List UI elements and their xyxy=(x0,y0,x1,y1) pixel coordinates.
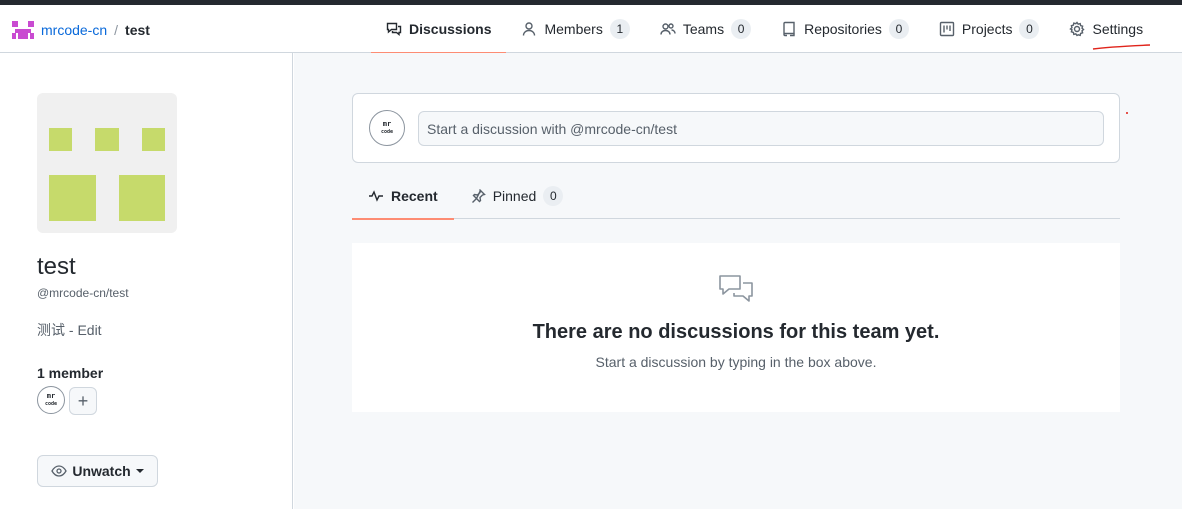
team-avatar xyxy=(37,93,177,233)
comment-discussion-icon xyxy=(719,275,753,302)
tab-members-count: 1 xyxy=(609,19,630,39)
tab-repositories-label: Repositories xyxy=(804,21,882,37)
tab-teams-count: 0 xyxy=(731,19,752,39)
project-icon xyxy=(939,21,955,37)
pulse-icon xyxy=(369,190,383,202)
composer-user-avatar[interactable]: mr code xyxy=(369,110,405,146)
team-header: mrcode-cn / test Discussions Members 1 T… xyxy=(0,5,1182,54)
blankslate-title: There are no discussions for this team y… xyxy=(532,321,940,343)
subtab-recent-label: Recent xyxy=(391,188,438,204)
pin-icon xyxy=(471,189,486,203)
mrcode-logo: mr code xyxy=(380,119,394,135)
tab-members-label: Members xyxy=(544,21,603,37)
team-sidebar: test @mrcode-cn/test 测试 - Edit 1 member … xyxy=(0,53,293,509)
discussion-composer: mr code xyxy=(352,93,1120,163)
unwatch-button[interactable]: Unwatch xyxy=(37,455,158,487)
org-avatar[interactable] xyxy=(12,19,34,41)
person-icon xyxy=(523,22,536,36)
gear-icon xyxy=(1069,21,1086,37)
eye-icon xyxy=(51,465,68,477)
member-avatar[interactable]: mr code xyxy=(37,386,65,414)
breadcrumb-separator: / xyxy=(114,22,119,38)
settings-annotation-underline xyxy=(1092,44,1151,50)
unwatch-label: Unwatch xyxy=(72,463,131,479)
tab-repositories[interactable]: Repositories 0 xyxy=(766,5,924,53)
tab-discussions-label: Discussions xyxy=(409,21,492,37)
subtab-pinned-count: 0 xyxy=(543,186,564,206)
team-nav-tabs: Discussions Members 1 Teams 0 Repositori… xyxy=(371,5,1158,54)
tab-repositories-count: 0 xyxy=(888,19,909,39)
subtab-pinned[interactable]: Pinned 0 xyxy=(454,173,580,219)
repo-icon xyxy=(783,21,795,37)
discussion-input[interactable] xyxy=(418,111,1104,146)
tab-projects[interactable]: Projects 0 xyxy=(924,5,1055,53)
tab-discussions[interactable]: Discussions xyxy=(371,5,507,54)
subtab-pinned-label: Pinned xyxy=(492,188,537,204)
people-icon xyxy=(660,23,676,35)
team-name: test xyxy=(37,253,76,280)
comment-discussion-icon xyxy=(386,22,402,36)
tab-projects-label: Projects xyxy=(961,21,1013,37)
team-description[interactable]: 测试 - Edit xyxy=(37,320,102,340)
members-count-title[interactable]: 1 member xyxy=(37,365,103,381)
empty-discussions-blankslate: There are no discussions for this team y… xyxy=(352,243,1120,412)
subtab-recent[interactable]: Recent xyxy=(352,173,454,220)
blankslate-subtitle: Start a discussion by typing in the box … xyxy=(595,354,877,370)
chevron-down-icon xyxy=(135,469,144,473)
tab-members[interactable]: Members 1 xyxy=(506,5,644,53)
annotation-dot xyxy=(1126,112,1128,114)
breadcrumb: mrcode-cn / test xyxy=(12,19,150,41)
discussions-main: mrcode Recent Pinned 0 There are no disc… xyxy=(294,53,1182,509)
mrcode-logo: mr code xyxy=(44,391,58,407)
breadcrumb-org-link[interactable]: mrcode-cn xyxy=(41,22,107,38)
add-member-button[interactable]: + xyxy=(69,387,97,415)
tab-projects-count: 0 xyxy=(1019,19,1040,39)
breadcrumb-team: test xyxy=(125,22,150,38)
team-slug: @mrcode-cn/test xyxy=(37,286,129,300)
discussion-subtabs: Recent Pinned 0 xyxy=(352,173,1120,220)
tab-teams-label: Teams xyxy=(682,21,725,37)
tab-settings-label: Settings xyxy=(1092,21,1144,37)
tab-teams[interactable]: Teams 0 xyxy=(645,5,766,53)
